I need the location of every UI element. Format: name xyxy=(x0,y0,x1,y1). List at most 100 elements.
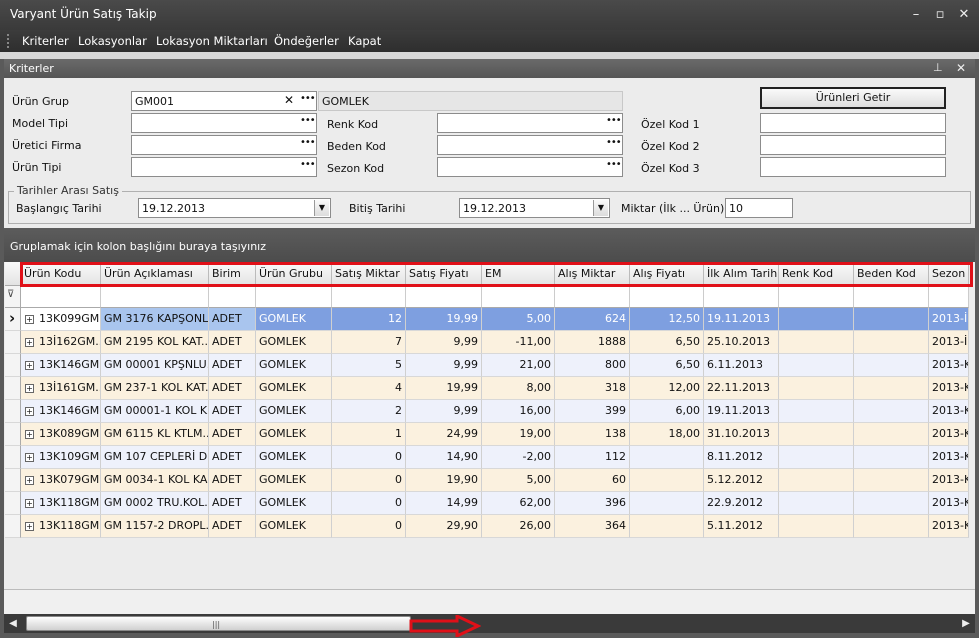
chevron-down-icon[interactable]: ▼ xyxy=(593,200,608,216)
cell-satis-fiyati[interactable]: 9,99 xyxy=(406,331,482,354)
menu-kriterler[interactable]: Kriterler xyxy=(22,34,69,48)
cell-alis-fiyati[interactable] xyxy=(630,446,704,469)
scroll-right-icon[interactable]: ▶ xyxy=(957,614,975,633)
cell-urun-kodu[interactable]: +13K146GM... xyxy=(21,354,101,377)
cell-em[interactable]: 5,00 xyxy=(482,469,555,492)
beden-kod-field[interactable]: ••• xyxy=(437,135,623,155)
cell-urun-aciklamasi[interactable]: GM 0034-1 KOL KA... xyxy=(101,469,209,492)
ellipsis-icon[interactable]: ••• xyxy=(606,138,622,152)
cell-em[interactable]: 26,00 xyxy=(482,515,555,538)
cell-renk-kod[interactable] xyxy=(779,400,854,423)
cell-urun-grubu[interactable]: GOMLEK xyxy=(256,423,332,446)
expand-icon[interactable]: + xyxy=(25,360,34,370)
cell-satis-miktar[interactable]: 7 xyxy=(332,331,406,354)
cell-alis-miktar[interactable]: 624 xyxy=(555,308,630,331)
cell-sezon[interactable]: 2013-Kl xyxy=(929,446,969,469)
cell-satis-miktar[interactable]: 0 xyxy=(332,446,406,469)
maximize-icon[interactable]: ▫ xyxy=(930,6,950,24)
cell-satis-miktar[interactable]: 12 xyxy=(332,308,406,331)
panel-close-icon[interactable]: ✕ xyxy=(956,61,966,75)
cell-alis-fiyati[interactable]: 12,50 xyxy=(630,308,704,331)
cell-urun-aciklamasi[interactable]: GM 3176 KAPŞONL... xyxy=(101,308,209,331)
cell-alis-miktar[interactable]: 800 xyxy=(555,354,630,377)
cell-sezon[interactable]: 2013-Kl xyxy=(929,423,969,446)
cell-urun-grubu[interactable]: GOMLEK xyxy=(256,446,332,469)
cell-sezon[interactable]: 2013-Kl xyxy=(929,377,969,400)
row-indicator[interactable] xyxy=(5,446,21,469)
expand-icon[interactable]: + xyxy=(25,406,34,416)
cell-alis-miktar[interactable]: 399 xyxy=(555,400,630,423)
expand-icon[interactable]: + xyxy=(25,383,34,393)
cell-em[interactable]: 19,00 xyxy=(482,423,555,446)
filter-icon[interactable]: ⊽ xyxy=(7,289,14,300)
cell-beden-kod[interactable] xyxy=(854,492,929,515)
filter-cell-ilk-alim-tarihi[interactable] xyxy=(704,286,779,308)
row-indicator[interactable]: › xyxy=(5,308,21,331)
menu-kapat[interactable]: Kapat xyxy=(348,34,381,48)
filter-cell-sezon[interactable] xyxy=(929,286,969,308)
cell-urun-grubu[interactable]: GOMLEK xyxy=(256,331,332,354)
group-by-area[interactable]: Gruplamak için kolon başlığını buraya ta… xyxy=(4,228,975,262)
cell-beden-kod[interactable] xyxy=(854,308,929,331)
ellipsis-icon[interactable]: ••• xyxy=(300,138,316,152)
cell-sezon[interactable]: 2013-İL xyxy=(929,331,969,354)
cell-satis-fiyati[interactable]: 14,99 xyxy=(406,492,482,515)
renk-kod-field[interactable]: ••• xyxy=(437,113,623,133)
cell-renk-kod[interactable] xyxy=(779,354,854,377)
row-indicator[interactable] xyxy=(5,354,21,377)
row-indicator[interactable] xyxy=(5,423,21,446)
cell-urun-aciklamasi[interactable]: GM 237-1 KOL KAT... xyxy=(101,377,209,400)
cell-satis-miktar[interactable]: 1 xyxy=(332,423,406,446)
cell-sezon[interactable]: 2013-İL xyxy=(929,308,969,331)
cell-alis-fiyati[interactable]: 6,50 xyxy=(630,354,704,377)
cell-renk-kod[interactable] xyxy=(779,308,854,331)
row-indicator[interactable] xyxy=(5,515,21,538)
cell-sezon[interactable]: 2013-Kl xyxy=(929,515,969,538)
urun-tipi-field[interactable]: ••• xyxy=(131,157,317,177)
ozel-kod3-field[interactable] xyxy=(760,157,946,177)
cell-urun-grubu[interactable]: GOMLEK xyxy=(256,354,332,377)
cell-birim[interactable]: ADET xyxy=(209,331,256,354)
urun-grup-field[interactable]: GM001 ✕ ••• xyxy=(131,91,317,111)
cell-alis-miktar[interactable]: 1888 xyxy=(555,331,630,354)
filter-cell-alis-fiyati[interactable] xyxy=(630,286,704,308)
cell-beden-kod[interactable] xyxy=(854,423,929,446)
close-icon[interactable]: ✕ xyxy=(954,6,974,24)
cell-ilk-alim-tarihi[interactable]: 8.11.2012 xyxy=(704,446,779,469)
cell-em[interactable]: 5,00 xyxy=(482,308,555,331)
uretici-firma-field[interactable]: ••• xyxy=(131,135,317,155)
minimize-icon[interactable]: – xyxy=(906,6,926,24)
ellipsis-icon[interactable]: ••• xyxy=(606,160,622,174)
scroll-left-icon[interactable]: ◀ xyxy=(4,614,22,633)
cell-renk-kod[interactable] xyxy=(779,423,854,446)
cell-urun-kodu[interactable]: +13K089GM... xyxy=(21,423,101,446)
filter-cell-em[interactable] xyxy=(482,286,555,308)
cell-birim[interactable]: ADET xyxy=(209,354,256,377)
cell-urun-kodu[interactable]: +13İ162GM... xyxy=(21,331,101,354)
ozel-kod1-field[interactable] xyxy=(760,113,946,133)
row-indicator[interactable] xyxy=(5,492,21,515)
cell-beden-kod[interactable] xyxy=(854,469,929,492)
chevron-down-icon[interactable]: ▼ xyxy=(314,200,329,216)
expand-icon[interactable]: + xyxy=(25,498,34,508)
cell-renk-kod[interactable] xyxy=(779,331,854,354)
cell-satis-miktar[interactable]: 0 xyxy=(332,492,406,515)
end-date-field[interactable]: 19.12.2013 ▼ xyxy=(459,198,610,218)
filter-cell-alis-miktar[interactable] xyxy=(555,286,630,308)
expand-icon[interactable]: + xyxy=(25,452,34,462)
cell-urun-aciklamasi[interactable]: GM 00001-1 KOL K... xyxy=(101,400,209,423)
cell-birim[interactable]: ADET xyxy=(209,515,256,538)
cell-satis-fiyati[interactable]: 9,99 xyxy=(406,354,482,377)
expand-icon[interactable]: + xyxy=(25,475,34,485)
cell-alis-miktar[interactable]: 364 xyxy=(555,515,630,538)
cell-birim[interactable]: ADET xyxy=(209,308,256,331)
cell-beden-kod[interactable] xyxy=(854,515,929,538)
filter-cell-beden-kod[interactable] xyxy=(854,286,929,308)
cell-urun-kodu[interactable]: +13K079GM... xyxy=(21,469,101,492)
cell-alis-fiyati[interactable] xyxy=(630,469,704,492)
cell-em[interactable]: 62,00 xyxy=(482,492,555,515)
cell-alis-fiyati[interactable]: 6,50 xyxy=(630,331,704,354)
cell-satis-fiyati[interactable]: 19,99 xyxy=(406,377,482,400)
cell-satis-miktar[interactable]: 2 xyxy=(332,400,406,423)
cell-satis-miktar[interactable]: 5 xyxy=(332,354,406,377)
